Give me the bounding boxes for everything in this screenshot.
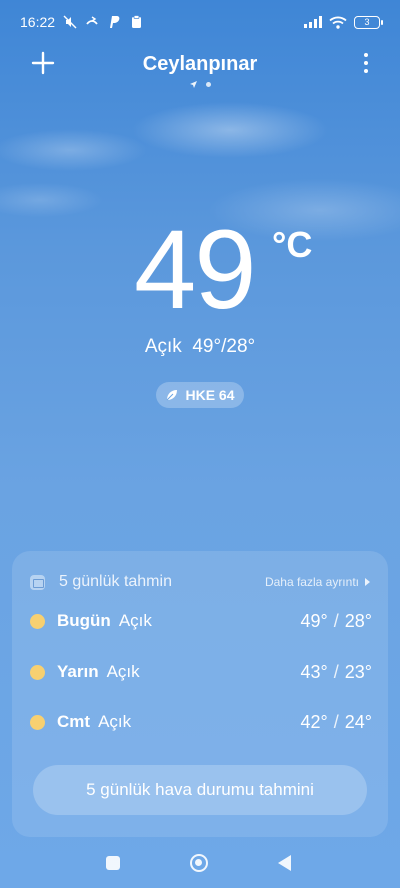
forecast-temps: 43°/23° [300, 661, 372, 682]
paypal-icon [107, 15, 121, 29]
current-temperature-block: 49 °C [0, 214, 400, 334]
mute-icon [63, 15, 77, 29]
sun-icon [30, 664, 45, 680]
forecast-day: Bugün [57, 611, 111, 630]
add-city-button[interactable] [28, 48, 58, 78]
forecast-temps: 42°/24° [300, 711, 372, 732]
forecast-high: 49° [300, 610, 328, 631]
more-details-label: Daha fazla ayrıntı [264, 575, 359, 589]
condition-summary: Açık 49°/28° [144, 336, 256, 357]
plus-icon [31, 51, 55, 75]
forecast-low: 23° [344, 661, 372, 682]
air-quality-badge[interactable]: HKE 64 [156, 382, 244, 408]
city-name[interactable]: Ceylanpınar [143, 53, 257, 76]
home-button[interactable] [190, 854, 208, 872]
sun-icon [30, 714, 45, 730]
calendar-icon [30, 574, 45, 590]
status-time: 16:22 [20, 14, 56, 30]
forecast-title: 5 günlük tahmin [59, 573, 172, 590]
forecast-card: 5 günlük tahmin Daha fazla ayrıntı Bugün… [12, 551, 388, 837]
forecast-day: Yarın [57, 662, 99, 681]
location-arrow-icon [190, 81, 197, 88]
forecast-high: 43° [300, 661, 328, 682]
menu-dot [364, 61, 368, 65]
status-bar: 16:22 3 [0, 0, 400, 44]
air-quality-label: HKE 64 [185, 387, 235, 403]
forecast-row[interactable]: Cmt Açık 42°/24° [30, 707, 372, 737]
forecast-condition: Açık [118, 611, 152, 630]
forecast-condition: Açık [106, 662, 140, 681]
sun-icon [30, 613, 45, 629]
current-temperature: 49 [134, 207, 257, 332]
more-details-link[interactable]: Daha fazla ayrıntı [265, 575, 370, 589]
five-day-forecast-button[interactable]: 5 günlük hava durumu tahmini [33, 765, 367, 815]
battery-level: 3 [364, 17, 370, 27]
forecast-low: 28° [344, 610, 372, 631]
top-bar: Ceylanpınar [0, 44, 400, 84]
forecast-condition: Açık [98, 712, 132, 731]
recents-button[interactable] [106, 856, 120, 870]
location-page-indicator [0, 80, 400, 89]
forecast-row[interactable]: Bugün Açık 49°/28° [30, 606, 372, 636]
forecast-temps: 49°/28° [300, 610, 372, 631]
wifi-icon [329, 15, 347, 29]
back-button[interactable] [278, 855, 291, 871]
forecast-header: 5 günlük tahmin Daha fazla ayrıntı [30, 571, 370, 593]
temperature-unit: °C [272, 224, 313, 265]
clipboard-icon [129, 15, 143, 29]
page-dot [206, 82, 211, 87]
menu-dot [364, 53, 368, 57]
forecast-low: 24° [344, 711, 372, 732]
forecast-row[interactable]: Yarın Açık 43°/23° [30, 657, 372, 687]
call-forward-icon [85, 15, 99, 29]
more-options-button[interactable] [360, 50, 372, 76]
battery-icon: 3 [354, 15, 383, 29]
forecast-day: Cmt [57, 712, 91, 731]
leaf-icon [167, 390, 178, 401]
menu-dot [364, 69, 368, 73]
forecast-high: 42° [300, 711, 328, 732]
chevron-right-icon [365, 578, 370, 586]
signal-icon [304, 15, 322, 29]
system-nav-bar [0, 848, 400, 878]
